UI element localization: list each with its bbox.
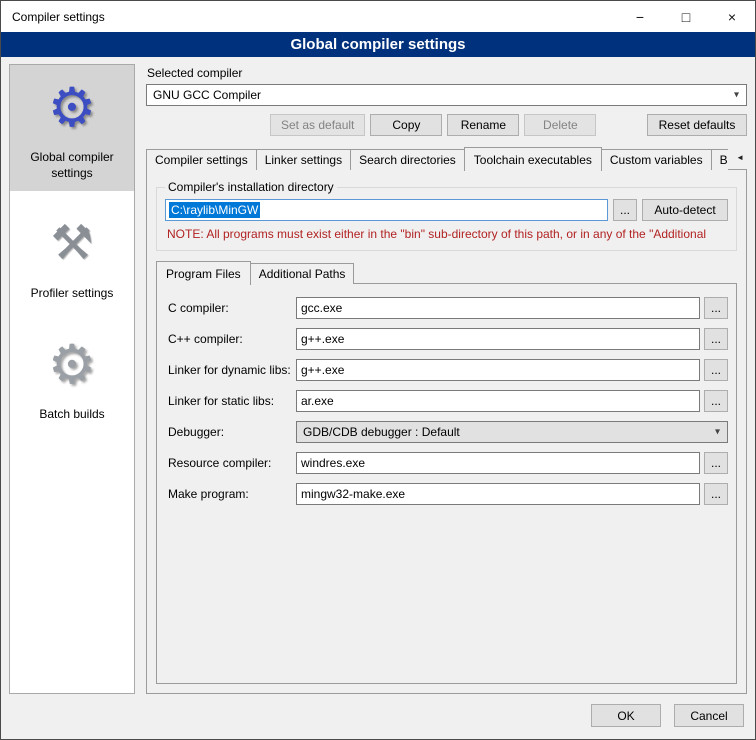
dialog-body: ⚙ Global compiler settings ⚒ Profiler se… bbox=[1, 57, 755, 698]
tab-scroll-controls: ◄ ► bbox=[728, 150, 756, 170]
make-program-browse-button[interactable]: ... bbox=[704, 483, 728, 505]
sidebar-item-batch-builds[interactable]: ⚙ Batch builds bbox=[10, 322, 134, 433]
settings-tabstrip: Compiler settings Linker settings Search… bbox=[146, 147, 747, 170]
field-row-cpp-compiler: C++ compiler: ... bbox=[168, 328, 728, 350]
batch-builds-gear-icon: ⚙ bbox=[48, 334, 96, 398]
compiler-select[interactable]: GNU GCC Compiler ▾ bbox=[146, 84, 747, 106]
tab-scroll-right-icon[interactable]: ► bbox=[751, 150, 756, 166]
sidebar-item-label: Global compiler settings bbox=[14, 150, 130, 181]
cpp-compiler-input[interactable] bbox=[296, 328, 700, 350]
tab-program-files[interactable]: Program Files bbox=[156, 261, 251, 285]
cpp-compiler-browse-button[interactable]: ... bbox=[704, 328, 728, 350]
program-files-panel: C compiler: ... C++ compiler: ... Linker… bbox=[156, 283, 737, 684]
field-row-debugger: Debugger: GDB/CDB debugger : Default ▾ bbox=[168, 421, 728, 443]
installation-directory-row: C:\raylib\MinGW ... Auto-detect bbox=[165, 199, 728, 221]
c-compiler-label: C compiler: bbox=[168, 301, 296, 315]
close-icon[interactable]: × bbox=[709, 1, 755, 32]
c-compiler-browse-button[interactable]: ... bbox=[704, 297, 728, 319]
sidebar-item-label: Batch builds bbox=[39, 407, 104, 423]
debugger-select-value: GDB/CDB debugger : Default bbox=[303, 425, 460, 439]
chevron-down-icon: ▾ bbox=[734, 90, 739, 101]
program-files-tabstrip: Program Files Additional Paths bbox=[156, 261, 737, 284]
main-panel: Selected compiler GNU GCC Compiler ▾ Set… bbox=[146, 64, 747, 694]
sidebar-item-global-compiler-settings[interactable]: ⚙ Global compiler settings bbox=[10, 65, 134, 191]
tab-linker-settings[interactable]: Linker settings bbox=[256, 149, 351, 170]
linker-dynamic-browse-button[interactable]: ... bbox=[704, 359, 728, 381]
compiler-select-value: GNU GCC Compiler bbox=[153, 88, 261, 102]
installation-directory-input[interactable]: C:\raylib\MinGW bbox=[165, 199, 608, 221]
sidebar-item-profiler-settings[interactable]: ⚒ Profiler settings bbox=[10, 201, 134, 312]
tab-additional-paths[interactable]: Additional Paths bbox=[250, 263, 355, 284]
make-program-label: Make program: bbox=[168, 487, 296, 501]
rename-button[interactable]: Rename bbox=[447, 114, 519, 136]
linker-static-input[interactable] bbox=[296, 390, 700, 412]
tab-build-options[interactable]: Build bbox=[711, 149, 728, 170]
maximize-icon[interactable]: □ bbox=[663, 1, 709, 32]
reset-defaults-button[interactable]: Reset defaults bbox=[647, 114, 747, 136]
linker-static-label: Linker for static libs: bbox=[168, 394, 296, 408]
window-title: Compiler settings bbox=[1, 10, 105, 24]
chevron-down-icon: ▾ bbox=[715, 427, 720, 438]
installation-directory-browse-button[interactable]: ... bbox=[613, 199, 637, 221]
tab-compiler-settings[interactable]: Compiler settings bbox=[146, 149, 257, 170]
tab-scroll-left-icon[interactable]: ◄ bbox=[732, 150, 749, 166]
linker-dynamic-label: Linker for dynamic libs: bbox=[168, 363, 296, 377]
dialog-footer: OK Cancel bbox=[1, 698, 755, 739]
sidebar: ⚙ Global compiler settings ⚒ Profiler se… bbox=[9, 64, 135, 694]
resource-compiler-input[interactable] bbox=[296, 452, 700, 474]
installation-directory-label: Compiler's installation directory bbox=[165, 180, 337, 194]
window-controls: − □ × bbox=[617, 1, 755, 32]
installation-directory-value: C:\raylib\MinGW bbox=[169, 202, 260, 218]
tab-custom-variables[interactable]: Custom variables bbox=[601, 149, 712, 170]
field-row-make-program: Make program: ... bbox=[168, 483, 728, 505]
titlebar: Compiler settings − □ × bbox=[1, 1, 755, 32]
field-row-c-compiler: C compiler: ... bbox=[168, 297, 728, 319]
minimize-icon[interactable]: − bbox=[617, 1, 663, 32]
linker-dynamic-input[interactable] bbox=[296, 359, 700, 381]
debugger-label: Debugger: bbox=[168, 425, 296, 439]
tab-toolchain-executables[interactable]: Toolchain executables bbox=[464, 147, 602, 171]
tab-search-directories[interactable]: Search directories bbox=[350, 149, 465, 170]
toolchain-executables-panel: Compiler's installation directory C:\ray… bbox=[146, 169, 747, 694]
c-compiler-input[interactable] bbox=[296, 297, 700, 319]
debugger-select[interactable]: GDB/CDB debugger : Default ▾ bbox=[296, 421, 728, 443]
copy-button[interactable]: Copy bbox=[370, 114, 442, 136]
resource-compiler-browse-button[interactable]: ... bbox=[704, 452, 728, 474]
resource-compiler-label: Resource compiler: bbox=[168, 456, 296, 470]
field-row-linker-static: Linker for static libs: ... bbox=[168, 390, 728, 412]
make-program-input[interactable] bbox=[296, 483, 700, 505]
field-row-linker-dynamic: Linker for dynamic libs: ... bbox=[168, 359, 728, 381]
compiler-actions: Set as default Copy Rename Delete Reset … bbox=[146, 114, 747, 136]
installation-directory-group: Compiler's installation directory C:\ray… bbox=[156, 180, 737, 251]
bin-subdirectory-note: NOTE: All programs must exist either in … bbox=[167, 227, 728, 241]
set-as-default-button: Set as default bbox=[270, 114, 365, 136]
field-row-resource-compiler: Resource compiler: ... bbox=[168, 452, 728, 474]
cpp-compiler-label: C++ compiler: bbox=[168, 332, 296, 346]
cancel-button[interactable]: Cancel bbox=[674, 704, 744, 727]
sidebar-item-label: Profiler settings bbox=[31, 286, 114, 302]
profiler-icon: ⚒ bbox=[50, 213, 93, 277]
linker-static-browse-button[interactable]: ... bbox=[704, 390, 728, 412]
page-title: Global compiler settings bbox=[1, 32, 755, 57]
ok-button[interactable]: OK bbox=[591, 704, 661, 727]
selected-compiler-label: Selected compiler bbox=[147, 66, 747, 80]
compiler-settings-window: Compiler settings − □ × Global compiler … bbox=[0, 0, 756, 740]
auto-detect-button[interactable]: Auto-detect bbox=[642, 199, 728, 221]
delete-button: Delete bbox=[524, 114, 596, 136]
gear-icon: ⚙ bbox=[48, 77, 96, 141]
